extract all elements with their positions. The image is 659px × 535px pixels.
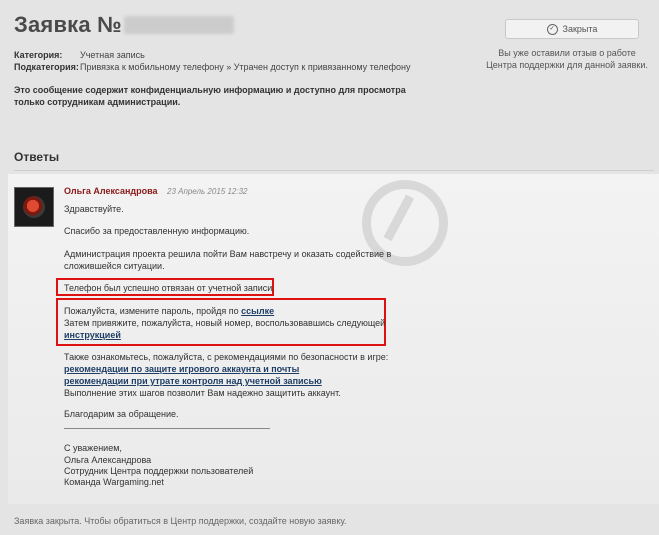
answer-date: 23 Апрель 2015 12:32 [167, 187, 248, 196]
instructions-line: инструкцией [64, 330, 121, 340]
closed-footer-note: Заявка закрыта. Чтобы обратиться в Центр… [14, 516, 347, 526]
confidential-notice: Это сообщение содержит конфиденциальную … [14, 85, 406, 107]
category-row: Категория: Учетная запись [14, 50, 145, 60]
thanks-info: Спасибо за предоставленную информацию. [64, 226, 250, 236]
answer-author: Ольга Александрова [64, 186, 158, 196]
sign-role: Сотрудник Центра поддержки пользователей [64, 466, 254, 476]
security-link-lost-control[interactable]: рекомендации при утрате контроля над уче… [64, 376, 322, 386]
security-outro: Выполнение этих шагов позволит Вам надеж… [64, 388, 341, 398]
sign-company: Команда Wargaming.net [64, 477, 164, 487]
check-circle-icon: ✓ [546, 23, 558, 35]
redacted-ticket-number [123, 16, 234, 34]
status-label: Закрыта [562, 24, 598, 34]
security-intro: Также ознакомьтесь, пожалуйста, с рекоме… [64, 352, 389, 362]
answers-divider [14, 170, 654, 171]
sign-regards: С уважением, [64, 443, 122, 453]
password-line: Пожалуйста, измените пароль, пройдя по с… [64, 306, 274, 316]
admin-line-2: сложившейся ситуации. [64, 261, 165, 271]
password-link[interactable]: ссылке [241, 306, 274, 316]
password-prefix: Пожалуйста, измените пароль, пройдя по [64, 306, 239, 316]
ticket-title: Заявка № [14, 12, 234, 38]
sign-name: Ольга Александрова [64, 455, 152, 465]
thanks-closing: Благодарим за обращение. [64, 409, 179, 419]
relink-text: Затем привяжите, пожалуйста, новый номер… [64, 318, 386, 328]
feedback-note: Вы уже оставили отзыв о работе Центра по… [482, 47, 652, 71]
ticket-title-prefix: Заявка № [14, 12, 122, 37]
security-link-account-protection[interactable]: рекомендации по защите игрового аккаунта… [64, 364, 299, 374]
subcategory-label: Подкатегория: [14, 62, 79, 72]
security-link-1-row: рекомендации по защите игрового аккаунта… [64, 364, 299, 374]
signature-divider [64, 428, 270, 429]
avatar [14, 187, 54, 227]
wargaming-logo-icon [23, 196, 45, 218]
category-value: Учетная запись [80, 50, 145, 60]
instructions-link[interactable]: инструкцией [64, 330, 121, 340]
feedback-line-2: Центра поддержки для данной заявки. [486, 60, 648, 70]
category-label: Категория: [14, 50, 63, 60]
status-closed-button[interactable]: ✓ Закрыта [505, 19, 639, 39]
answers-heading: Ответы [14, 150, 60, 164]
subcategory-row: Подкатегория:Привязка к мобильному телеф… [14, 62, 411, 72]
admin-line-1: Администрация проекта решила пойти Вам н… [64, 249, 392, 259]
greeting: Здравствуйте. [64, 204, 124, 214]
security-link-2-row: рекомендации при утрате контроля над уче… [64, 376, 322, 386]
feedback-line-1: Вы уже оставили отзыв о работе [498, 48, 636, 58]
subcategory-value: Привязка к мобильному телефону » Утрачен… [80, 62, 411, 72]
unlinked-text: Телефон был успешно отвязан от учетной з… [64, 283, 275, 293]
